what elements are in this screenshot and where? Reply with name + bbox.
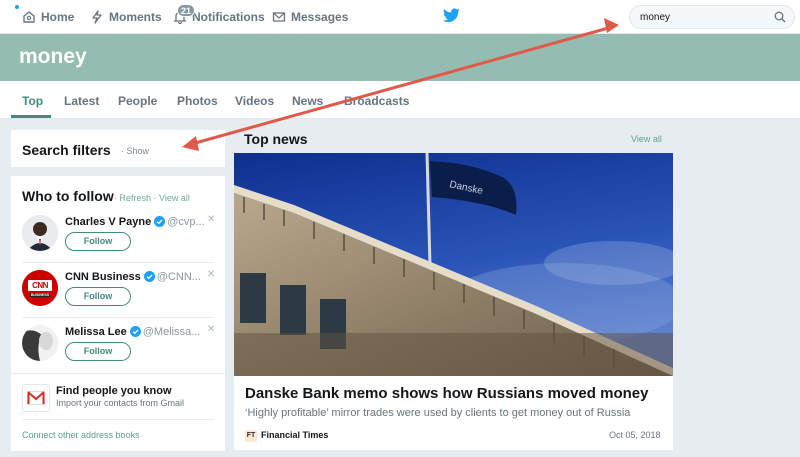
news-headline[interactable]: Danske Bank memo shows how Russians move…	[245, 385, 648, 402]
divider	[22, 262, 214, 263]
new-content-dot	[15, 5, 19, 9]
top-navigation-bar: Home Moments Notifications 21 Messages	[0, 0, 800, 34]
cnn-avatar-subtext: BUSINESS	[30, 293, 50, 297]
nav-notifications-label: Notifications	[192, 10, 265, 24]
person-name: Melissa Lee	[65, 326, 127, 338]
verified-badge-icon	[143, 271, 155, 282]
news-date: Oct 05, 2018	[609, 430, 661, 440]
verified-badge-icon	[154, 216, 166, 227]
tab-news[interactable]: News	[292, 94, 323, 108]
search-filters-show-link[interactable]: · Show	[121, 146, 149, 156]
divider	[22, 317, 214, 318]
person-name-line[interactable]: Charles V Payne @cvp...	[65, 216, 205, 228]
nav-moments-label: Moments	[109, 10, 162, 24]
gmail-icon[interactable]	[22, 384, 50, 412]
follow-suggestion: CNN BUSINESS CNN Business @CNN... ✕ Follo…	[11, 267, 225, 322]
news-description: ‘Highly profitable’ mirror trades were u…	[245, 407, 631, 419]
tab-latest[interactable]: Latest	[64, 94, 99, 108]
envelope-icon	[272, 12, 286, 22]
person-handle: @cvp...	[167, 216, 205, 228]
twitter-bird-icon[interactable]	[443, 8, 460, 23]
follow-button[interactable]: Follow	[65, 232, 131, 251]
person-name: Charles V Payne	[65, 216, 152, 228]
search-input[interactable]	[640, 10, 765, 25]
nav-messages-label: Messages	[291, 10, 349, 24]
person-name: CNN Business	[65, 271, 141, 283]
news-source[interactable]: Financial Times	[261, 430, 328, 440]
person-name-line[interactable]: CNN Business @CNN...	[65, 271, 201, 283]
person-handle: @Melissa...	[142, 326, 201, 338]
divider	[22, 419, 214, 420]
lightning-icon	[92, 10, 102, 24]
find-people-title[interactable]: Find people you know	[56, 385, 172, 397]
view-all-link[interactable]: · View all	[154, 193, 190, 203]
page-title: money	[19, 45, 87, 68]
tab-photos[interactable]: Photos	[177, 94, 218, 108]
search-header-banner: money	[0, 34, 800, 81]
follow-suggestion: Charles V Payne @cvp... ✕ Follow	[11, 212, 225, 267]
follow-button[interactable]: Follow	[65, 342, 131, 361]
search-box[interactable]	[629, 5, 795, 29]
dismiss-suggestion-icon[interactable]: ✕	[207, 214, 215, 225]
avatar[interactable]	[22, 215, 58, 251]
nav-moments[interactable]: Moments	[90, 0, 162, 34]
avatar[interactable]: CNN BUSINESS	[22, 270, 58, 306]
dismiss-suggestion-icon[interactable]: ✕	[207, 269, 215, 280]
divider	[11, 373, 225, 374]
search-filters-title: Search filters	[22, 142, 111, 158]
avatar[interactable]	[22, 325, 58, 361]
follow-suggestion: Melissa Lee @Melissa... ✕ Follow	[11, 322, 225, 377]
connect-address-books-link[interactable]: Connect other address books	[22, 430, 140, 440]
home-icon	[23, 11, 35, 23]
notifications-count-badge: 21	[177, 4, 196, 17]
active-tab-indicator	[11, 115, 51, 118]
search-icon[interactable]	[774, 11, 786, 23]
cnn-avatar-text: CNN	[32, 281, 48, 290]
nav-home-label: Home	[41, 10, 75, 24]
tab-videos[interactable]: Videos	[235, 94, 274, 108]
refresh-link[interactable]: · Refresh	[114, 193, 151, 203]
top-news-view-all-link[interactable]: View all	[631, 134, 662, 144]
follow-button[interactable]: Follow	[65, 287, 131, 306]
who-to-follow-links: · Refresh · View all	[114, 193, 190, 203]
dismiss-suggestion-icon[interactable]: ✕	[207, 324, 215, 335]
who-to-follow-title: Who to follow	[22, 188, 114, 204]
tab-people[interactable]: People	[118, 94, 157, 108]
tab-top[interactable]: Top	[22, 94, 43, 108]
verified-badge-icon	[129, 326, 141, 337]
person-name-line[interactable]: Melissa Lee @Melissa...	[65, 326, 200, 338]
top-news-title: Top news	[244, 131, 308, 147]
find-people-subtitle: Import your contacts from Gmail	[56, 398, 185, 408]
news-card[interactable]: Danske Danske Bank memo shows how Russia…	[234, 153, 673, 450]
nav-home[interactable]: Home	[22, 0, 74, 34]
search-filters-card: Search filters · Show	[11, 130, 225, 167]
news-image[interactable]: Danske	[234, 153, 673, 376]
financial-times-logo-icon: FT	[245, 430, 257, 442]
search-tabs: Top Latest People Photos Videos News Bro…	[0, 81, 800, 119]
who-to-follow-card: Who to follow · Refresh · View all Charl…	[11, 176, 225, 451]
person-handle: @CNN...	[156, 271, 201, 283]
nav-messages[interactable]: Messages	[272, 0, 348, 34]
tab-broadcasts[interactable]: Broadcasts	[344, 94, 409, 108]
